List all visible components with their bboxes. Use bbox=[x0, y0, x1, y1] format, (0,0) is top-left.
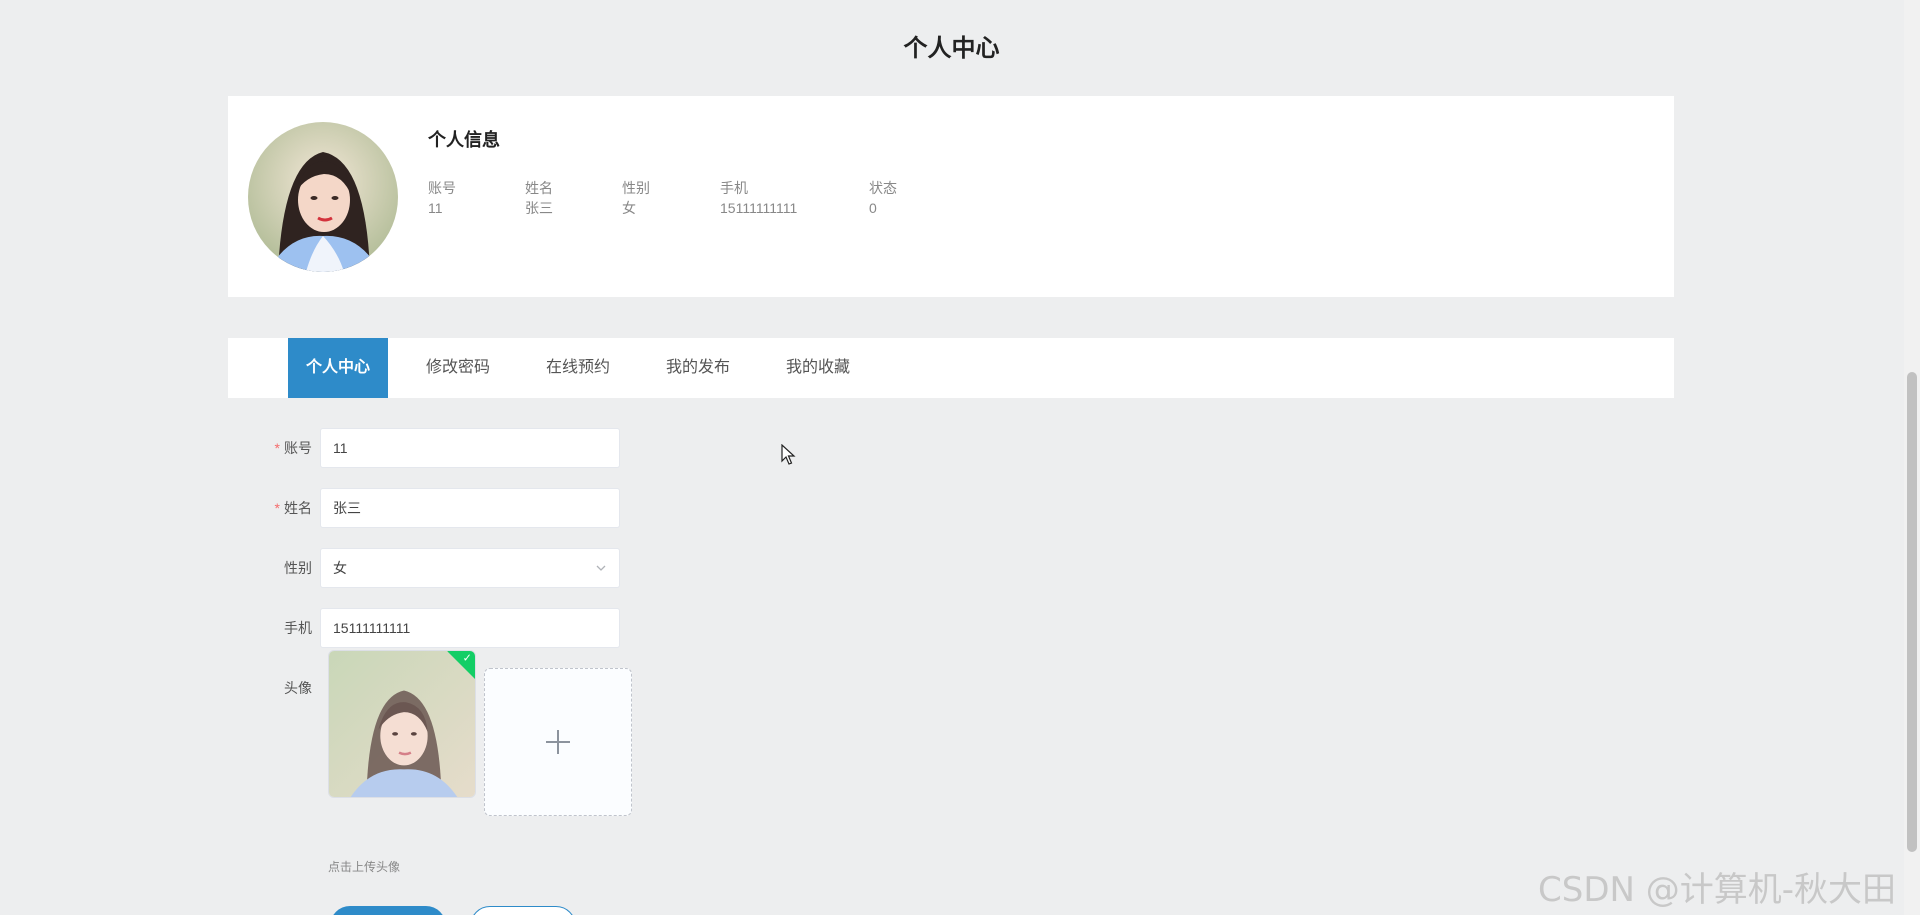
gender-label: 性别 bbox=[284, 560, 312, 576]
form-row-name: * 姓名 张三 bbox=[228, 488, 620, 528]
info-label: 性别 bbox=[622, 180, 650, 196]
tab-personal-center[interactable]: 个人中心 bbox=[288, 338, 388, 398]
name-input[interactable]: 张三 bbox=[320, 488, 620, 528]
gender-select[interactable]: 女 bbox=[320, 548, 620, 588]
form-row-gender: 性别 女 bbox=[228, 548, 620, 588]
info-field-gender: 性别 女 bbox=[622, 178, 720, 218]
info-field-account: 账号 11 bbox=[428, 178, 525, 218]
phone-label: 手机 bbox=[284, 620, 312, 636]
name-label: * 姓名 bbox=[274, 500, 312, 516]
avatar-uploaded-thumbnail[interactable]: ✓ bbox=[328, 650, 476, 798]
mouse-cursor-icon bbox=[781, 444, 796, 465]
required-mark: * bbox=[274, 500, 280, 516]
info-label: 手机 bbox=[720, 180, 748, 196]
form-row-phone: 手机 15111111111 bbox=[228, 608, 620, 648]
submit-button[interactable] bbox=[330, 906, 446, 915]
info-field-status: 状态 0 bbox=[869, 178, 949, 218]
scrollbar-thumb[interactable] bbox=[1907, 372, 1917, 852]
profile-avatar bbox=[248, 122, 398, 272]
info-value: 张三 bbox=[525, 200, 553, 216]
info-label: 姓名 bbox=[525, 180, 553, 196]
avatar-image bbox=[248, 122, 398, 272]
info-value: 15111111111 bbox=[720, 200, 798, 216]
info-value: 女 bbox=[622, 200, 636, 216]
profile-page: 个人中心 个人信息 账号 11 姓名 张三 性别 女 手机 1511111111… bbox=[0, 0, 1920, 915]
tab-online-booking[interactable]: 在线预约 bbox=[528, 338, 628, 398]
account-label: * 账号 bbox=[274, 440, 312, 456]
profile-tabs: 个人中心 修改密码 在线预约 我的发布 我的收藏 bbox=[228, 338, 1674, 398]
plus-icon bbox=[546, 730, 570, 754]
reset-button[interactable] bbox=[470, 906, 576, 915]
required-mark: * bbox=[274, 440, 280, 456]
page-title: 个人中心 bbox=[903, 35, 1000, 62]
check-icon: ✓ bbox=[462, 652, 472, 665]
info-title: 个人信息 bbox=[428, 130, 500, 150]
info-field-phone: 手机 15111111111 bbox=[720, 178, 869, 218]
profile-info-card: 个人信息 账号 11 姓名 张三 性别 女 手机 15111111111 状态 … bbox=[228, 96, 1674, 297]
watermark: CSDN @计算机-秋大田 bbox=[1538, 870, 1897, 910]
avatar-label: 头像 bbox=[284, 680, 312, 696]
avatar-upload-hint: 点击上传头像 bbox=[328, 860, 401, 874]
avatar-upload-button[interactable] bbox=[484, 668, 632, 816]
form-row-account: * 账号 11 bbox=[228, 428, 620, 468]
info-value: 0 bbox=[869, 200, 877, 216]
phone-input[interactable]: 15111111111 bbox=[320, 608, 620, 648]
info-label: 账号 bbox=[428, 180, 456, 196]
info-label: 状态 bbox=[869, 180, 897, 196]
tab-change-password[interactable]: 修改密码 bbox=[388, 338, 528, 398]
info-fields: 账号 11 姓名 张三 性别 女 手机 15111111111 状态 0 bbox=[428, 178, 949, 218]
info-field-name: 姓名 张三 bbox=[525, 178, 622, 218]
info-value: 11 bbox=[428, 200, 443, 216]
tab-my-posts[interactable]: 我的发布 bbox=[628, 338, 768, 398]
account-input[interactable]: 11 bbox=[320, 428, 620, 468]
avatar-thumbnail-image bbox=[329, 651, 475, 797]
tab-my-favorites[interactable]: 我的收藏 bbox=[768, 338, 868, 398]
chevron-down-icon bbox=[596, 565, 606, 571]
